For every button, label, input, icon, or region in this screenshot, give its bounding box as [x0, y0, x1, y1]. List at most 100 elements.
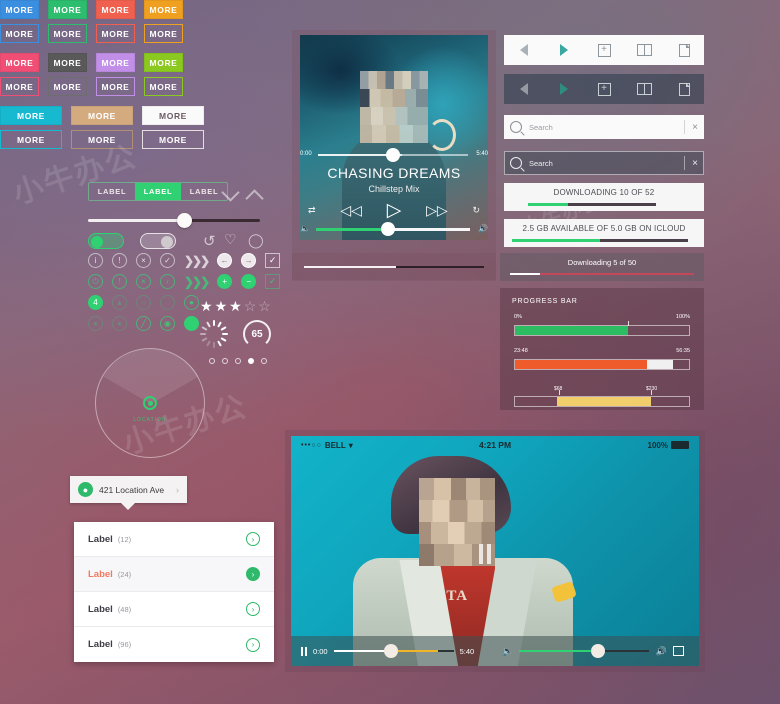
- more-button-outline[interactable]: MORE: [71, 130, 133, 149]
- comment-icon[interactable]: ◯: [248, 232, 264, 249]
- alert-icon[interactable]: !: [112, 253, 127, 268]
- toggle-knob[interactable]: [91, 236, 103, 248]
- list-item-active[interactable]: Label (24) ›: [74, 557, 274, 592]
- star-filled-icon[interactable]: ★: [229, 298, 242, 315]
- chevron-right-icon[interactable]: ›: [246, 637, 260, 652]
- minus-icon[interactable]: −: [241, 274, 257, 289]
- seek-knob[interactable]: [383, 644, 398, 658]
- info-icon[interactable]: i: [88, 253, 103, 268]
- slider-knob[interactable]: [177, 213, 192, 228]
- star-filled-icon[interactable]: ★: [200, 298, 213, 315]
- star-empty-icon[interactable]: ☆: [258, 298, 271, 315]
- music-seek-slider[interactable]: 0:00 5:40: [300, 148, 488, 162]
- segment-option-2[interactable]: LABEL: [135, 183, 181, 200]
- more-button[interactable]: MORE: [0, 106, 62, 125]
- person-icon[interactable]: ●: [112, 316, 127, 331]
- forward-icon[interactable]: [554, 80, 574, 98]
- segment-option-3[interactable]: LABEL: [181, 183, 227, 200]
- shuffle-icon[interactable]: ⇄: [308, 205, 316, 216]
- close-icon[interactable]: ×: [136, 253, 151, 268]
- checkbox-checked-icon[interactable]: ✓: [265, 274, 281, 289]
- dot-icon[interactable]: [184, 316, 199, 331]
- pagination-dot[interactable]: [209, 358, 215, 364]
- location-callout[interactable]: ● 421 Location Ave ›: [70, 476, 187, 510]
- more-button-outline[interactable]: MORE: [0, 77, 39, 96]
- volume-knob[interactable]: [591, 644, 606, 658]
- more-button[interactable]: MORE: [48, 0, 87, 19]
- more-button[interactable]: MORE: [71, 106, 133, 125]
- star-filled-icon[interactable]: ★: [215, 298, 228, 315]
- repeat-icon[interactable]: ↻: [472, 205, 480, 216]
- power-icon[interactable]: ⏻: [88, 274, 103, 289]
- segment-option-1[interactable]: LABEL: [89, 183, 135, 200]
- bookmarks-icon[interactable]: [634, 41, 654, 59]
- previous-icon[interactable]: ◁◁: [340, 202, 362, 219]
- location-marker-icon[interactable]: [143, 396, 157, 410]
- more-button-outline[interactable]: MORE: [0, 130, 62, 149]
- more-button-outline[interactable]: MORE: [48, 24, 87, 43]
- close-icon[interactable]: ×: [136, 274, 151, 289]
- checkbox-checked-icon[interactable]: ✓: [265, 253, 281, 268]
- more-button-outline[interactable]: MORE: [0, 24, 39, 43]
- play-icon[interactable]: ▷: [387, 199, 402, 222]
- more-button-outline[interactable]: MORE: [96, 77, 135, 96]
- video-seek-slider[interactable]: [333, 644, 454, 658]
- video-volume-slider[interactable]: [519, 644, 650, 658]
- arrow-left-icon[interactable]: ←: [217, 253, 233, 268]
- music-volume-slider[interactable]: 🔈 🔊: [300, 222, 488, 236]
- add-icon[interactable]: +: [217, 274, 233, 289]
- warning-icon[interactable]: ▲: [112, 295, 127, 310]
- arrow-right-icon[interactable]: →: [241, 253, 257, 268]
- fullscreen-icon[interactable]: [672, 646, 684, 656]
- pagination-dots[interactable]: [209, 358, 267, 364]
- toggle-on[interactable]: [88, 233, 124, 249]
- back-icon[interactable]: ‹: [160, 274, 175, 289]
- record-icon[interactable]: ●: [184, 295, 199, 310]
- more-button[interactable]: MORE: [142, 106, 204, 125]
- more-button-outline[interactable]: MORE: [96, 24, 135, 43]
- more-button-outline[interactable]: MORE: [144, 77, 183, 96]
- chevron-right-icon[interactable]: ›: [176, 485, 179, 495]
- bookmarks-icon[interactable]: [634, 80, 654, 98]
- segmented-control[interactable]: LABEL LABEL LABEL: [88, 182, 228, 201]
- pause-overlay-icon[interactable]: [479, 544, 493, 564]
- pagination-dot-active[interactable]: [248, 358, 254, 364]
- page-icon[interactable]: [674, 80, 694, 98]
- list-item[interactable]: Label (96) ›: [74, 627, 274, 662]
- forward-icon[interactable]: [554, 41, 574, 59]
- add-icon[interactable]: +: [594, 80, 614, 98]
- page-icon[interactable]: [674, 41, 694, 59]
- volume-up-icon[interactable]: 🔊: [655, 646, 666, 657]
- more-button[interactable]: MORE: [144, 0, 183, 19]
- pause-icon[interactable]: [301, 646, 307, 656]
- list-item[interactable]: Label (48) ›: [74, 592, 274, 627]
- volume-knob[interactable]: [381, 222, 395, 236]
- back-icon[interactable]: [514, 41, 534, 59]
- search-input[interactable]: Search: [529, 159, 684, 168]
- range-slider[interactable]: [88, 213, 260, 228]
- star-empty-icon[interactable]: ☆: [244, 298, 257, 315]
- chevrons-right-icon[interactable]: ❯❯❯: [184, 254, 210, 268]
- more-button[interactable]: MORE: [48, 53, 87, 72]
- pin-icon[interactable]: ●: [88, 316, 103, 331]
- chevron-up-icon[interactable]: [245, 189, 264, 208]
- video-screen[interactable]: •••○○ BELL ▾ 4:21 PM 100% STA 0:00 5:40 …: [291, 436, 699, 666]
- pagination-dot[interactable]: [235, 358, 241, 364]
- back-icon[interactable]: [514, 80, 534, 98]
- check-icon[interactable]: ✓: [160, 253, 175, 268]
- volume-mute-icon[interactable]: 🔈: [300, 224, 310, 233]
- toggle-off[interactable]: [140, 233, 176, 249]
- more-button[interactable]: MORE: [96, 53, 135, 72]
- chevron-right-icon[interactable]: ›: [246, 532, 260, 546]
- more-button-outline[interactable]: MORE: [48, 77, 87, 96]
- close-icon[interactable]: ×: [692, 158, 698, 169]
- search-input[interactable]: Search: [529, 123, 684, 132]
- seek-knob[interactable]: [386, 148, 400, 162]
- more-button-outline[interactable]: MORE: [144, 24, 183, 43]
- chevron-right-icon[interactable]: ›: [246, 602, 260, 616]
- volume-up-icon[interactable]: 🔊: [478, 224, 488, 233]
- alert-icon[interactable]: !: [112, 274, 127, 289]
- target-icon[interactable]: ◉: [160, 316, 175, 331]
- next-icon[interactable]: ▷▷: [426, 202, 448, 219]
- pagination-dot[interactable]: [222, 358, 228, 364]
